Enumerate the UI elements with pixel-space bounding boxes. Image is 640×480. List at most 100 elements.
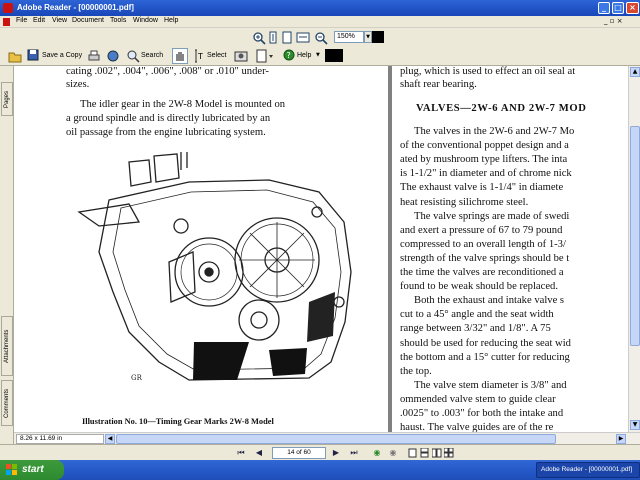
text-line: the bottom and a 15° cutter for reducing xyxy=(400,351,570,363)
zoom-toolbar: 150% ▼ xyxy=(0,28,640,46)
continuous-icon[interactable] xyxy=(420,448,430,458)
section-heading: VALVES—2W-6 AND 2W-7 MOD xyxy=(416,103,587,114)
scroll-down-arrow[interactable]: ▼ xyxy=(630,420,640,430)
text-line: compressed to an overall length of 1-3/ xyxy=(400,238,566,250)
text-line: cut to a 45° angle and the seat width xyxy=(400,309,554,321)
scroll-right-arrow[interactable]: ▶ xyxy=(616,434,626,444)
text-line: haust. The valve guides are of the re xyxy=(400,422,554,432)
text-line: is 1-1/2" in diameter and of chrome nick xyxy=(400,168,572,180)
last-page-icon[interactable]: ⏭ xyxy=(349,448,359,458)
document-actions-icon[interactable] xyxy=(256,49,274,63)
scroll-up-arrow[interactable]: ▲ xyxy=(630,67,640,77)
text-line: shaft rear bearing. xyxy=(400,79,477,90)
taskbar-item-adobe-reader[interactable]: Adobe Reader - [00000001.pdf] xyxy=(536,462,640,478)
fit-width-icon[interactable] xyxy=(296,31,310,45)
start-button[interactable]: start xyxy=(0,460,64,480)
horizontal-scroll-thumb[interactable] xyxy=(116,434,556,444)
navigation-panel: Pages Attachments Comments xyxy=(0,66,14,448)
text-line: sizes. xyxy=(66,79,90,90)
text-line: oil passage from the engine lubricating … xyxy=(66,127,266,138)
page-right: plug, which is used to effect an oil sea… xyxy=(392,66,628,432)
text-line: plug, which is used to effect an oil sea… xyxy=(400,66,576,77)
vertical-scrollbar[interactable]: ▲ ▼ xyxy=(628,66,640,432)
close-button[interactable]: × xyxy=(626,2,639,14)
tab-attachments[interactable]: Attachments xyxy=(1,316,13,376)
help-dropdown-arrow[interactable]: ▼ xyxy=(316,52,320,58)
text-line: The valve stem diameter is 3/8" and xyxy=(414,379,567,391)
text-line: .0025" to .003" for both the intake and xyxy=(400,408,564,419)
help-icon[interactable]: ? xyxy=(283,49,295,61)
text-line: Both the exhaust and intake valve s xyxy=(414,295,565,307)
text-line: of the conventional poppet design and a xyxy=(400,140,569,152)
taskbar: start Adobe Reader - [00000001.pdf] xyxy=(0,460,640,480)
page-left: cating .002", .004", .006", .008" or .01… xyxy=(14,66,388,432)
facing-pages-icon[interactable] xyxy=(432,448,442,458)
zoom-dropdown-arrow[interactable]: ▼ xyxy=(364,31,372,43)
snapshot-icon[interactable] xyxy=(234,49,248,63)
menu-window[interactable]: Window xyxy=(133,17,158,24)
maximize-button[interactable]: □ xyxy=(612,2,624,14)
doc-window-controls[interactable]: _ ▫ × xyxy=(604,17,623,25)
text-line: heat resisting silichrome steel. xyxy=(400,196,529,208)
text-line: should be used for reducing the seat wid xyxy=(400,337,571,349)
text-line: cating .002", .004", .006", .008" or .01… xyxy=(66,66,269,77)
menu-view[interactable]: View xyxy=(52,17,67,24)
save-copy-button[interactable]: Save a Copy xyxy=(42,49,82,63)
previous-page-icon[interactable]: ◀ xyxy=(254,448,264,458)
vertical-scroll-thumb[interactable] xyxy=(630,126,640,346)
text-line: The idler gear in the 2W-8 Model is moun… xyxy=(80,99,286,110)
timing-gear-illustration: GR xyxy=(77,152,352,382)
menu-bar: File Edit View Document Tools Window Hel… xyxy=(0,16,640,28)
navigation-bar: ⏮ ◀ 14 of 60 ▶ ⏭ ◉ ◉ xyxy=(0,444,640,460)
zoom-out-icon[interactable] xyxy=(314,31,328,45)
document-icon xyxy=(3,18,10,26)
horizontal-scrollbar[interactable]: 8.26 x 11.69 in ◀ ▶ xyxy=(14,432,640,444)
menu-help[interactable]: Help xyxy=(164,17,178,24)
minimize-button[interactable]: _ xyxy=(598,2,610,14)
adobe-reader-icon xyxy=(3,3,13,13)
zoom-in-icon[interactable] xyxy=(252,31,266,45)
search-icon[interactable] xyxy=(126,49,140,63)
scroll-left-arrow[interactable]: ◀ xyxy=(105,434,115,444)
document-view[interactable]: cating .002", .004", .006", .008" or .01… xyxy=(14,66,628,432)
menu-edit[interactable]: Edit xyxy=(33,17,45,24)
select-tool-icon[interactable]: T xyxy=(194,49,204,63)
text-line: The valves in the 2W-6 and 2W-7 Mo xyxy=(414,126,575,137)
hand-tool-icon[interactable] xyxy=(172,48,188,64)
select-button[interactable]: Select xyxy=(207,49,226,63)
print-icon[interactable] xyxy=(87,49,101,63)
taskbar-item-label: Adobe Reader - [00000001.pdf] xyxy=(541,466,633,473)
search-button[interactable]: Search xyxy=(141,49,163,63)
text-line: the top. xyxy=(400,365,432,377)
fit-page-icon[interactable] xyxy=(268,31,278,45)
svg-text:GR: GR xyxy=(131,374,143,382)
email-icon[interactable] xyxy=(106,49,120,63)
text-line: ated by mushroom type lifters. The inta xyxy=(400,154,568,166)
next-page-icon[interactable]: ▶ xyxy=(331,448,341,458)
actual-size-icon[interactable] xyxy=(282,31,292,45)
tab-comments[interactable]: Comments xyxy=(1,380,13,426)
save-icon[interactable] xyxy=(27,49,39,61)
open-folder-icon[interactable] xyxy=(8,49,22,63)
title-bar: Adobe Reader - [00000001.pdf] _ □ × xyxy=(0,0,640,16)
zoom-level-input[interactable]: 150% xyxy=(334,31,364,43)
help-button[interactable]: Help xyxy=(297,49,311,63)
menu-document[interactable]: Document xyxy=(72,17,104,24)
text-line: range between 3/32" and 1/8". A 75 xyxy=(400,323,551,335)
next-view-icon[interactable]: ◉ xyxy=(388,448,398,458)
menu-tools[interactable]: Tools xyxy=(110,17,126,24)
continuous-facing-icon[interactable] xyxy=(444,448,454,458)
window-title: Adobe Reader - [00000001.pdf] xyxy=(17,3,134,12)
text-line: strength of the valve springs should be … xyxy=(400,252,570,264)
start-label: start xyxy=(22,464,44,475)
toolbar-blank-button[interactable] xyxy=(372,31,384,43)
svg-text:?: ? xyxy=(287,51,291,60)
tab-pages[interactable]: Pages xyxy=(1,82,13,116)
text-line: and exert a pressure of 67 to 79 pound xyxy=(400,224,563,236)
page-number-field[interactable]: 14 of 60 xyxy=(272,447,326,459)
first-page-icon[interactable]: ⏮ xyxy=(236,448,246,458)
menu-file[interactable]: File xyxy=(16,17,27,24)
single-page-icon[interactable] xyxy=(408,448,418,458)
previous-view-icon[interactable]: ◉ xyxy=(372,448,382,458)
page-size-indicator: 8.26 x 11.69 in xyxy=(16,434,104,444)
